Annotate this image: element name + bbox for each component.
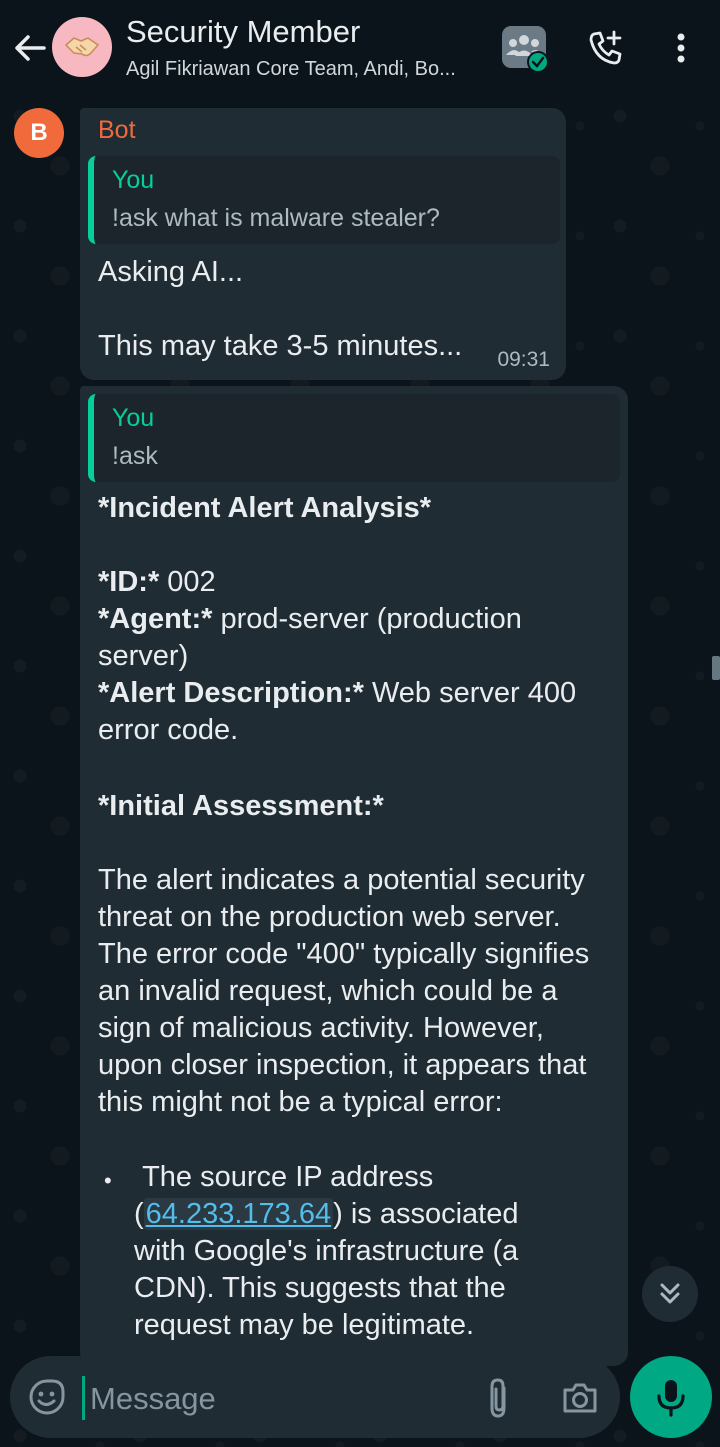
quote-text: !ask <box>112 442 158 470</box>
community-icon <box>502 26 549 73</box>
heading-text: *Incident Alert Analysis* <box>98 492 432 524</box>
paragraph-line: this might not be a typical error: <box>98 1086 503 1118</box>
chat-header: Security Member Agil Fikriawan Core Team… <box>0 0 720 97</box>
microphone-icon <box>657 1380 685 1417</box>
sender-name[interactable]: Bot <box>98 116 136 145</box>
camera-icon <box>563 1383 597 1413</box>
chat-members[interactable]: Agil Fikriawan Core Team, Andi, Bo... <box>126 58 456 81</box>
ip-address-link[interactable]: 64.233.173.64 <box>143 1198 334 1230</box>
quote-text: !ask what is malware stealer? <box>112 204 440 232</box>
add-call-icon <box>589 30 622 65</box>
assessment-paragraph: The alert indicates a potential security… <box>98 862 618 1121</box>
paragraph-line: threat on the production web server. <box>98 901 561 933</box>
id-line: *ID:* 002 <box>98 564 216 601</box>
quoted-message[interactable]: You !ask <box>88 394 620 482</box>
chat-title[interactable]: Security Member <box>126 14 360 50</box>
assessment-heading-text: *Initial Assessment:* <box>98 790 384 822</box>
message-timestamp: 09:31 <box>497 348 550 371</box>
bullet-line: The source IP address <box>134 1159 604 1196</box>
paperclip-icon <box>490 1378 506 1418</box>
description-value: Web server 400 <box>363 677 577 709</box>
paragraph-line: sign of malicious activity. However, <box>98 1012 544 1044</box>
group-avatar[interactable] <box>52 17 112 77</box>
community-button[interactable] <box>500 24 550 74</box>
analysis-heading: *Incident Alert Analysis* <box>98 490 431 527</box>
attach-button[interactable] <box>482 1376 516 1420</box>
message-text: This may take 3-5 minutes... <box>98 330 463 362</box>
emoji-icon <box>29 1379 65 1415</box>
id-value: 002 <box>159 566 216 598</box>
quote-author: You <box>112 166 155 194</box>
scrollbar-thumb[interactable] <box>712 656 720 680</box>
bullet-symbol: • <box>104 1168 112 1193</box>
paragraph-line: upon closer inspection, it appears that <box>98 1049 587 1081</box>
bullet-line: CDN). This suggests that the <box>134 1272 506 1304</box>
voice-message-button[interactable] <box>630 1356 712 1438</box>
agent-label: *Agent:* <box>98 603 213 635</box>
chevron-double-down-icon <box>660 1283 680 1304</box>
more-vert-icon <box>677 33 685 63</box>
more-options-button[interactable] <box>664 28 698 68</box>
scroll-to-bottom-button[interactable] <box>642 1266 698 1322</box>
agent-line-cont: server) <box>98 640 189 672</box>
back-arrow-icon <box>15 35 46 61</box>
message-bubble[interactable]: Bot You !ask what is malware stealer? As… <box>80 108 566 380</box>
description-label: *Alert Description:* <box>98 677 364 709</box>
message-bubble[interactable]: You !ask *Incident Alert Analysis* *ID:*… <box>80 386 628 1366</box>
camera-button[interactable] <box>560 1378 600 1418</box>
handshake-icon <box>64 37 100 57</box>
sender-avatar[interactable]: B <box>14 108 64 158</box>
bullet-line: with Google's infrastructure (a <box>134 1235 519 1267</box>
agent-line: *Agent:* prod-server (production <box>98 601 522 638</box>
bullet-item: The source IP address (64.233.173.64) is… <box>134 1159 604 1344</box>
message-text: Asking AI... <box>98 256 244 288</box>
message-input[interactable] <box>88 1374 472 1424</box>
emoji-button[interactable] <box>28 1378 66 1416</box>
text-cursor <box>82 1376 85 1420</box>
quoted-message[interactable]: You !ask what is malware stealer? <box>88 156 560 244</box>
add-call-button[interactable] <box>586 28 626 68</box>
agent-value: prod-server (production <box>212 603 522 635</box>
description-line-cont: error code. <box>98 714 239 746</box>
bullet-text: ) is associated <box>333 1198 519 1230</box>
quote-author: You <box>112 404 155 432</box>
paragraph-line: The alert indicates a potential security <box>98 864 585 896</box>
id-label: *ID:* <box>98 566 160 598</box>
paragraph-line: The error code "400" typically signifies <box>98 938 590 970</box>
bullet-text: The source IP address <box>142 1161 434 1193</box>
bullet-line: (64.233.173.64) is associated <box>134 1196 604 1233</box>
bullet-paren: ( <box>134 1198 144 1230</box>
assessment-heading: *Initial Assessment:* <box>98 788 384 825</box>
description-line: *Alert Description:* Web server 400 <box>98 675 576 712</box>
message-composer <box>10 1356 620 1438</box>
paragraph-line: an invalid request, which could be a <box>98 975 558 1007</box>
bullet-line: request may be legitimate. <box>134 1309 475 1341</box>
back-button[interactable] <box>10 28 50 68</box>
